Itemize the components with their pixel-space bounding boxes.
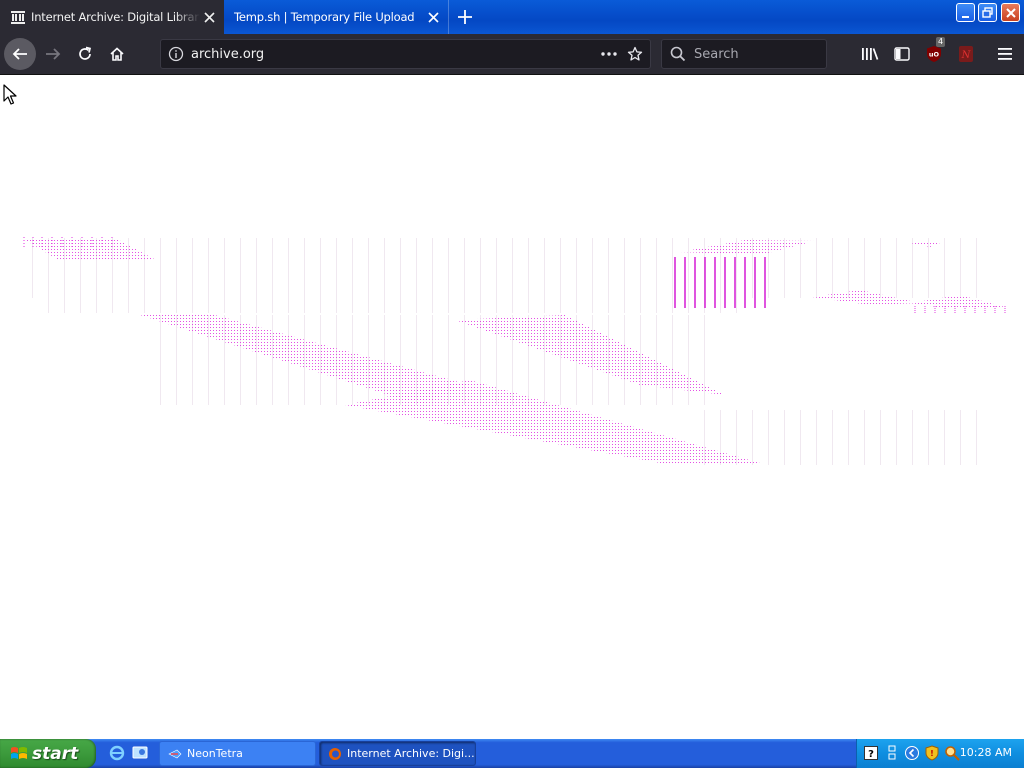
system-tray: ? ! 10:28 AM [856, 739, 1024, 768]
ublock-badge: 4 [936, 37, 946, 47]
task-label: Internet Archive: Digi... [347, 747, 475, 760]
magnifier-icon[interactable] [944, 745, 960, 761]
home-icon [110, 47, 124, 61]
url-text[interactable]: archive.org [191, 47, 598, 62]
page-content [0, 75, 1024, 739]
window-close-button[interactable] [1001, 3, 1020, 22]
url-bar[interactable]: archive.org [160, 39, 651, 69]
search-bar[interactable]: Search [661, 39, 827, 69]
tray-expand-icon[interactable] [904, 745, 920, 761]
internet-explorer-icon[interactable] [108, 744, 126, 762]
reload-button[interactable] [69, 38, 101, 70]
hamburger-menu-icon [998, 48, 1012, 60]
noscript-icon: N [959, 46, 973, 62]
svg-text:N: N [961, 50, 972, 61]
tab-title: Internet Archive: Digital Library of [31, 10, 200, 24]
page-actions-icon[interactable] [598, 43, 620, 65]
navigation-toolbar: archive.org Search uO 4 N [0, 34, 1024, 75]
minimize-icon [962, 15, 969, 18]
restore-icon [982, 7, 993, 18]
close-tab-icon[interactable] [200, 8, 218, 26]
noscript-button[interactable]: N [954, 42, 978, 66]
library-icon [862, 48, 879, 60]
windows-logo-icon [11, 746, 27, 759]
archive-building-icon [10, 9, 26, 25]
rendering-artifact-graphic [20, 237, 1006, 465]
new-tab-button[interactable] [454, 6, 476, 28]
task-label: NeonTetra [187, 747, 243, 760]
network-icon[interactable] [884, 745, 900, 761]
home-button[interactable] [101, 38, 133, 70]
menu-button[interactable] [993, 42, 1017, 66]
show-desktop-icon[interactable] [131, 744, 149, 762]
taskbar-item-neontetra[interactable]: NeonTetra [159, 741, 316, 766]
start-label: start [32, 743, 79, 764]
svg-text:?: ? [868, 749, 874, 760]
search-icon [670, 46, 686, 62]
svg-text:uO: uO [929, 51, 940, 59]
close-icon [1005, 7, 1016, 18]
start-button[interactable]: start [0, 739, 96, 768]
svg-text:!: ! [930, 749, 934, 758]
security-shield-icon[interactable]: ! [924, 745, 940, 761]
firefox-icon [328, 747, 342, 761]
tab-strip: Internet Archive: Digital Library of Tem… [0, 0, 1024, 34]
arrow-left-icon [12, 48, 27, 60]
ublock-shield-icon: uO [927, 46, 941, 62]
info-icon[interactable] [168, 46, 184, 62]
taskbar-item-internet-archive[interactable]: Internet Archive: Digi... [319, 741, 476, 766]
ublock-origin-button[interactable]: uO 4 [922, 37, 946, 66]
search-placeholder: Search [694, 46, 739, 62]
sidebar-button[interactable] [890, 42, 914, 66]
sidebar-icon [894, 47, 910, 61]
taskbar: start NeonTetra Internet Archive: Digi..… [0, 739, 1024, 768]
library-button[interactable] [858, 42, 882, 66]
reload-icon [79, 46, 92, 60]
bookmark-star-icon[interactable] [624, 43, 646, 65]
minimize-button[interactable] [956, 3, 975, 22]
restore-button[interactable] [978, 3, 997, 22]
tab-temp-sh[interactable]: Temp.sh | Temporary File Upload [224, 0, 449, 34]
close-tab-icon[interactable] [424, 8, 442, 26]
clock: 10:28 AM [959, 746, 1012, 759]
tab-title: Temp.sh | Temporary File Upload [234, 10, 415, 24]
forward-button[interactable] [37, 38, 69, 70]
back-button[interactable] [4, 38, 36, 70]
mouse-cursor-icon [3, 84, 17, 105]
arrow-right-icon [46, 48, 61, 60]
neontetra-icon [168, 747, 182, 761]
help-icon[interactable]: ? [863, 745, 879, 761]
tab-internet-archive[interactable]: Internet Archive: Digital Library of [0, 0, 224, 34]
